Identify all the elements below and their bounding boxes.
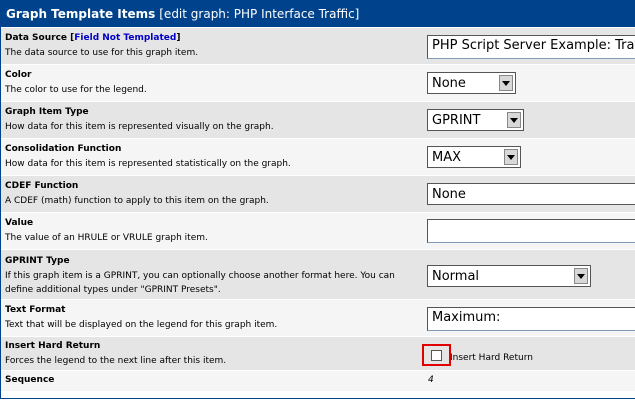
graph-item-type-select[interactable]: GPRINT <box>427 109 524 131</box>
gprint-type-select[interactable]: Normal <box>427 265 591 287</box>
text-format-input[interactable]: Maximum: <box>427 307 635 331</box>
gprint-type-label: GPRINT Type <box>5 256 70 266</box>
cdef-function-value: None <box>432 186 466 202</box>
row-insert-hard-return: Insert Hard Return Forces the legend to … <box>1 337 635 371</box>
color-description: The color to use for the legend. <box>5 85 147 95</box>
chevron-down-icon <box>507 112 521 128</box>
insert-hard-return-label: Insert Hard Return <box>5 341 101 351</box>
value-label: Value <box>5 218 34 228</box>
insert-hard-return-checkbox[interactable] <box>431 350 442 361</box>
gprint-type-value: Normal <box>432 268 480 284</box>
insert-hard-return-checkbox-label[interactable]: Insert Hard Return <box>450 353 533 363</box>
color-label: Color <box>5 70 32 80</box>
consolidation-function-select[interactable]: MAX <box>427 146 521 168</box>
row-data-source: Data Source [Field Not Templated] The da… <box>1 28 635 65</box>
row-graph-item-type: Graph Item Type How data for this item i… <box>1 102 635 139</box>
graph-item-type-description: How data for this item is represented vi… <box>5 122 274 132</box>
row-value: Value The value of an HRULE or VRULE gra… <box>1 213 635 250</box>
consolidation-function-description: How data for this item is represented st… <box>5 159 291 169</box>
data-source-description: The data source to use for this graph it… <box>5 48 199 58</box>
text-format-description: Text that will be displayed on the legen… <box>5 320 278 330</box>
sequence-value: 4 <box>428 375 434 385</box>
panel-title: Graph Template Items <box>6 7 156 21</box>
bottom-divider <box>0 404 635 413</box>
graph-item-type-value: GPRINT <box>432 112 481 128</box>
consolidation-function-label: Consolidation Function <box>5 144 122 154</box>
data-source-label: Data Source <box>5 33 68 43</box>
value-input[interactable] <box>427 219 635 243</box>
data-source-field[interactable]: PHP Script Server Example: Traffic <box>427 35 635 59</box>
color-select[interactable]: None <box>427 72 516 94</box>
chevron-down-icon <box>574 268 588 284</box>
checkbox-highlight <box>422 344 451 366</box>
graph-template-items-panel: Graph Template Items [edit graph: PHP In… <box>0 0 635 399</box>
link-close-bracket: ] <box>176 33 181 43</box>
panel-header: Graph Template Items [edit graph: PHP In… <box>1 1 635 28</box>
sequence-label: Sequence <box>5 375 55 385</box>
graph-item-type-label: Graph Item Type <box>5 107 89 117</box>
chevron-down-icon <box>504 149 518 165</box>
field-not-templated-link[interactable]: Field Not Templated <box>74 33 176 43</box>
text-format-label: Text Format <box>5 305 66 315</box>
panel-subtitle: [edit graph: PHP Interface Traffic] <box>159 7 360 21</box>
row-cdef-function: CDEF Function A CDEF (math) function to … <box>1 176 635 213</box>
gprint-type-description-line2: define additional types under "GPRINT Pr… <box>5 285 221 295</box>
row-gprint-type: GPRINT Type If this graph item is a GPRI… <box>1 250 635 300</box>
row-color: Color The color to use for the legend. N… <box>1 65 635 102</box>
row-sequence: Sequence 4 <box>1 371 635 391</box>
chevron-down-icon <box>499 75 513 91</box>
cdef-function-description: A CDEF (math) function to apply to this … <box>5 196 269 206</box>
value-description: The value of an HRULE or VRULE graph ite… <box>5 233 208 243</box>
row-text-format: Text Format Text that will be displayed … <box>1 300 635 337</box>
consolidation-function-value: MAX <box>432 149 462 165</box>
color-select-value: None <box>432 75 466 91</box>
row-consolidation-function: Consolidation Function How data for this… <box>1 139 635 176</box>
insert-hard-return-description: Forces the legend to the next line after… <box>5 356 227 366</box>
gprint-type-description-line1: If this graph item is a GPRINT, you can … <box>5 271 395 281</box>
cdef-function-select[interactable]: None <box>427 183 635 205</box>
cdef-function-label: CDEF Function <box>5 181 79 191</box>
